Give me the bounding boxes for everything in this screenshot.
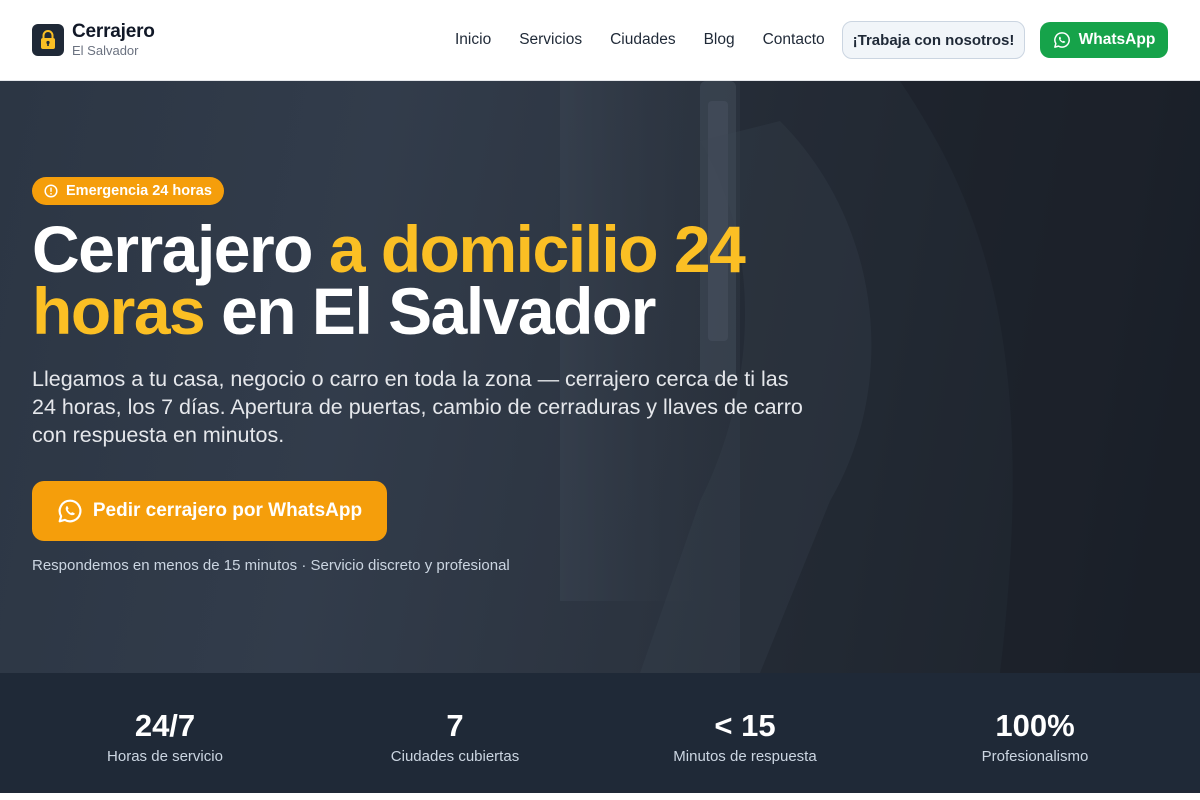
stat-item: 24/7 Horas de servicio xyxy=(20,673,310,793)
padlock-icon xyxy=(32,24,64,56)
stat-label: Profesionalismo xyxy=(981,747,1089,765)
whatsapp-icon xyxy=(57,498,83,524)
stat-value: 100% xyxy=(995,707,1075,743)
emergency-badge-label: Emergencia 24 horas xyxy=(66,183,212,199)
whatsapp-cta-label: Pedir cerrajero por WhatsApp xyxy=(92,500,363,521)
work-with-us-button[interactable]: ¡Trabaja con nosotros! xyxy=(842,21,1025,59)
brand-logo[interactable]: Cerrajero El Salvador xyxy=(32,20,155,58)
nav-link-inicio[interactable]: Inicio xyxy=(441,31,505,49)
whatsapp-header-button[interactable]: WhatsApp xyxy=(1040,22,1168,58)
alert-icon xyxy=(44,184,58,198)
stat-label: Horas de servicio xyxy=(107,747,223,765)
brand-name: Cerrajero xyxy=(72,20,155,42)
stat-item: 7 Ciudades cubiertas xyxy=(310,673,600,793)
stats-bar: 24/7 Horas de servicio 7 Ciudades cubier… xyxy=(0,673,1200,793)
emergency-badge: Emergencia 24 horas xyxy=(32,177,224,205)
nav-link-blog[interactable]: Blog xyxy=(690,31,749,49)
stat-item: 100% Profesionalismo xyxy=(890,673,1180,793)
stat-value: < 15 xyxy=(714,707,776,743)
nav-link-servicios[interactable]: Servicios xyxy=(505,31,596,49)
whatsapp-cta-button[interactable]: Pedir cerrajero por WhatsApp xyxy=(32,481,387,541)
stat-label: Ciudades cubiertas xyxy=(390,747,520,765)
response-note: Respondemos en menos de 15 minutos · Ser… xyxy=(32,557,510,574)
stat-value: 24/7 xyxy=(134,707,196,743)
hero-title: Cerrajero a domicilio 24 horas en El Sal… xyxy=(32,216,832,344)
hero-title-part2: en El Salvador xyxy=(204,274,656,348)
site-header: Cerrajero El Salvador Inicio Servicios C… xyxy=(0,0,1200,81)
hero-description: Llegamos a tu casa, negocio o carro en t… xyxy=(32,367,803,447)
main-nav: Inicio Servicios Ciudades Blog Contacto xyxy=(441,0,839,80)
whatsapp-header-label: WhatsApp xyxy=(1078,31,1156,48)
stat-value: 7 xyxy=(446,707,464,743)
brand-subtitle: El Salvador xyxy=(72,42,139,58)
nav-link-ciudades[interactable]: Ciudades xyxy=(596,31,690,49)
hero-section: Emergencia 24 horas Cerrajero a domicili… xyxy=(0,81,1200,673)
nav-link-contacto[interactable]: Contacto xyxy=(749,31,839,49)
whatsapp-icon xyxy=(1053,31,1071,49)
stat-label: Minutos de respuesta xyxy=(673,747,817,765)
stat-item: < 15 Minutos de respuesta xyxy=(600,673,890,793)
